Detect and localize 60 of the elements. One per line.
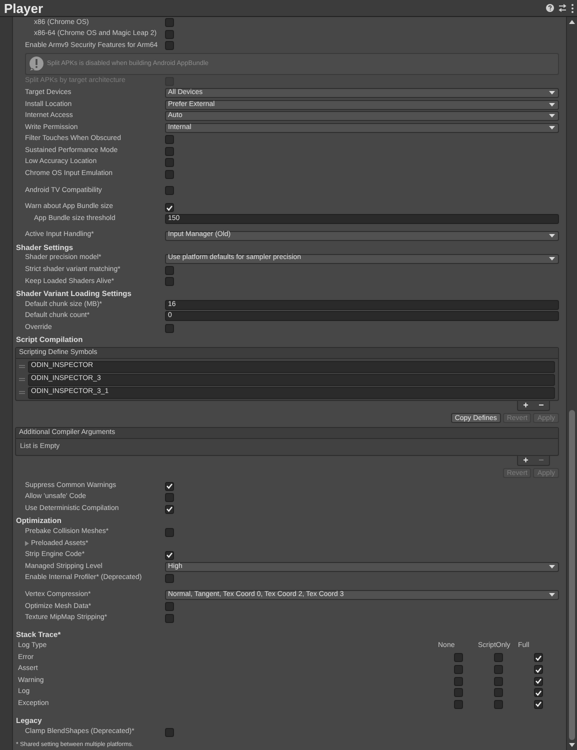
checkbox[interactable] <box>454 665 462 674</box>
checkbox[interactable] <box>454 700 462 709</box>
add-button[interactable]: + <box>523 401 528 410</box>
checkbox[interactable] <box>165 41 174 50</box>
caret-icon <box>549 91 555 96</box>
checkbox[interactable] <box>165 146 174 156</box>
checkbox[interactable] <box>165 158 174 168</box>
checkbox[interactable] <box>165 277 174 286</box>
checkbox[interactable] <box>494 653 502 662</box>
checkbox[interactable] <box>165 266 174 275</box>
checkbox[interactable] <box>454 688 462 698</box>
checkbox[interactable] <box>165 728 174 737</box>
warning-icon <box>29 56 44 72</box>
checkbox[interactable] <box>165 482 174 491</box>
checkbox[interactable] <box>494 665 502 674</box>
scrollbar[interactable] <box>567 17 577 750</box>
checkbox[interactable] <box>454 676 462 686</box>
window-title: Player <box>4 2 44 14</box>
drag-handle-icon[interactable] <box>19 365 25 368</box>
caret-icon <box>549 102 555 107</box>
checkbox[interactable] <box>534 653 542 662</box>
checkbox[interactable] <box>534 676 542 686</box>
more-icon[interactable] <box>571 4 574 12</box>
checkbox[interactable] <box>494 688 502 698</box>
checkbox[interactable] <box>165 504 174 514</box>
checkbox[interactable] <box>494 700 502 709</box>
drag-handle-icon[interactable] <box>19 378 25 382</box>
caret-icon <box>549 593 555 598</box>
checkbox[interactable] <box>165 203 174 212</box>
scrollbar-thumb[interactable] <box>569 410 575 740</box>
caret-icon <box>549 234 555 238</box>
checkbox[interactable] <box>534 700 542 709</box>
checkbox[interactable] <box>165 614 174 623</box>
checkbox[interactable] <box>165 493 174 502</box>
scroll-up-icon[interactable] <box>569 20 575 24</box>
help-icon[interactable] <box>546 4 554 12</box>
checkbox[interactable] <box>165 602 174 612</box>
scroll-down-icon[interactable] <box>569 743 575 747</box>
checkbox[interactable] <box>165 550 174 560</box>
checkbox[interactable] <box>165 528 174 537</box>
caret-icon <box>549 256 555 261</box>
caret-icon <box>549 114 555 118</box>
checkbox[interactable] <box>534 688 542 698</box>
checkbox[interactable] <box>165 18 174 28</box>
remove-button[interactable]: − <box>538 401 544 410</box>
checkbox[interactable] <box>165 170 174 179</box>
checkbox[interactable] <box>165 186 174 196</box>
checkbox[interactable] <box>534 665 542 674</box>
checkbox[interactable] <box>454 653 462 662</box>
checkbox[interactable] <box>165 30 174 39</box>
checkbox[interactable] <box>165 135 174 144</box>
expand-arrow-icon[interactable] <box>25 541 29 546</box>
checkbox[interactable] <box>165 574 174 584</box>
add-button[interactable]: + <box>523 456 528 466</box>
checkbox[interactable] <box>165 324 174 333</box>
caret-icon <box>549 126 555 130</box>
preset-icon[interactable] <box>558 4 567 12</box>
checkbox[interactable] <box>494 676 502 686</box>
caret-icon <box>549 564 555 569</box>
drag-handle-icon[interactable] <box>19 391 25 394</box>
